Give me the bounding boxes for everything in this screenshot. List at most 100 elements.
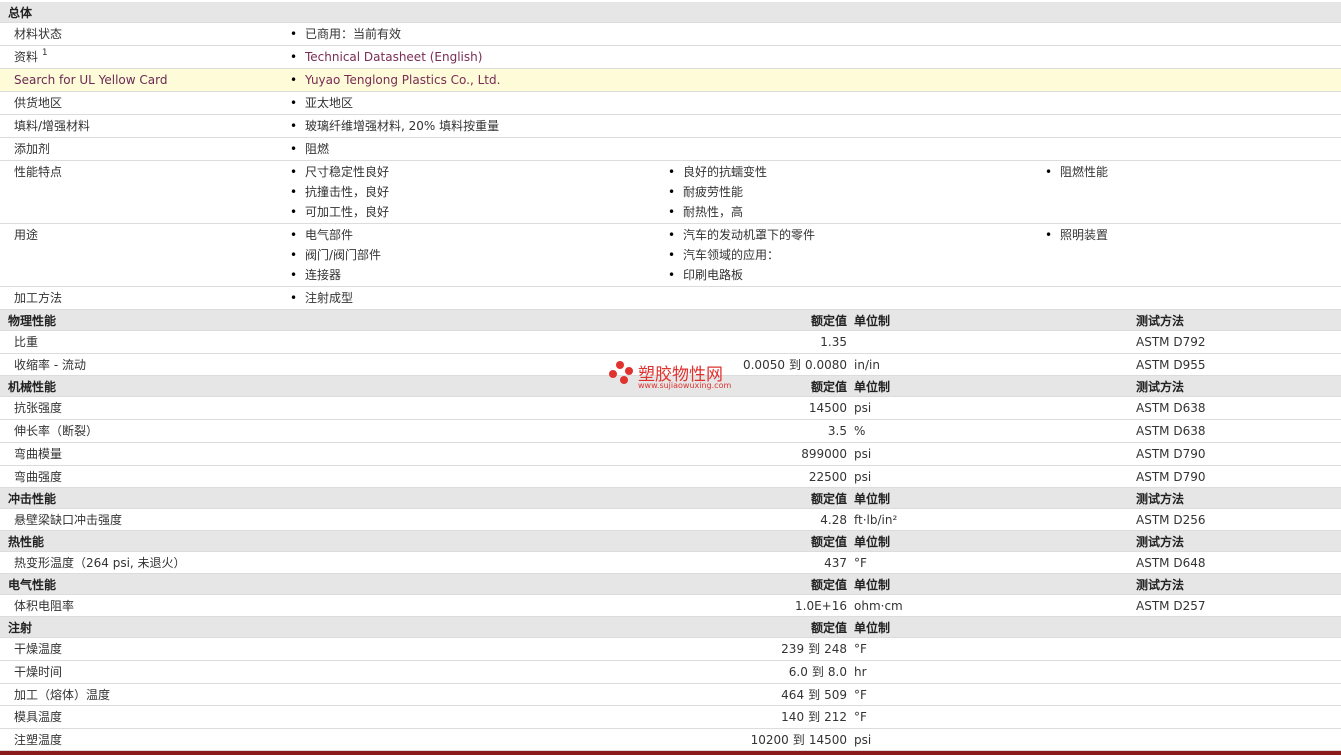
use-item: 电气部件 <box>289 227 353 244</box>
property-unit: psi <box>854 733 872 747</box>
feature-item: 耐热性，高 <box>667 204 743 221</box>
section-header-thermal: 热性能 额定值 单位制 测试方法 <box>0 531 1341 552</box>
property-label: 性能特点 <box>14 165 63 179</box>
row-additive: 添加剂 阻燃 <box>0 138 1341 161</box>
property-label: 加工方法 <box>14 291 63 305</box>
feature-item: 阻燃性能 <box>1044 164 1108 181</box>
row-processing: 加工方法 注射成型 <box>0 287 1341 310</box>
table-row: 悬壁梁缺口冲击强度 4.28 ft·lb/in² ASTM D256 <box>0 509 1341 531</box>
test-method: ASTM D955 <box>1136 358 1206 372</box>
property-label: 弯曲强度 <box>14 470 63 484</box>
property-unit: ohm·cm <box>854 599 903 613</box>
logo-dot <box>620 376 628 384</box>
property-value: 4.28 <box>820 513 847 527</box>
section-header-general: 总体 <box>0 2 1341 23</box>
logo-dot <box>609 370 617 378</box>
test-method: ASTM D638 <box>1136 424 1206 438</box>
column-header-test: 测试方法 <box>1136 492 1185 506</box>
property-value: 亚太地区 <box>289 95 353 112</box>
test-method: ASTM D638 <box>1136 401 1206 415</box>
table-row: 干燥时间 6.0 到 8.0 hr <box>0 661 1341 684</box>
property-label: 悬壁梁缺口冲击强度 <box>14 513 123 527</box>
test-method: ASTM D790 <box>1136 470 1206 484</box>
use-item: 汽车领域的应用： <box>667 247 779 264</box>
property-value: 14500 <box>808 401 847 415</box>
property-unit: hr <box>854 665 867 679</box>
property-value: 22500 <box>808 470 847 484</box>
section-header-impact: 冲击性能 额定值 单位制 测试方法 <box>0 488 1341 509</box>
property-unit: °F <box>854 556 867 570</box>
feature-item: 耐疲劳性能 <box>667 184 743 201</box>
table-row: 热变形温度（264 psi, 未退火） 437 °F ASTM D648 <box>0 552 1341 574</box>
property-label: 模具温度 <box>14 710 63 724</box>
use-item: 阀门/阀门部件 <box>289 247 381 264</box>
table-row: 伸长率（断裂） 3.5 % ASTM D638 <box>0 420 1341 443</box>
table-row: 加工（熔体）温度 464 到 509 °F <box>0 684 1341 706</box>
section-title: 注射 <box>8 621 33 635</box>
section-title: 总体 <box>8 6 33 20</box>
section-title: 热性能 <box>8 535 45 549</box>
row-material-status: 材料状态 已商用：当前有效 <box>0 23 1341 46</box>
supplier-link[interactable]: Yuyao Tenglong Plastics Co., Ltd. <box>289 72 500 89</box>
property-label: 体积电阻率 <box>14 599 75 613</box>
datasheet-link[interactable]: Technical Datasheet (English) <box>289 49 482 66</box>
test-method: ASTM D256 <box>1136 513 1206 527</box>
column-header-test: 测试方法 <box>1136 535 1185 549</box>
use-item: 照明装置 <box>1044 227 1108 244</box>
feature-item: 良好的抗蠕变性 <box>667 164 767 181</box>
row-filler: 填料/增强材料 玻璃纤维增强材料, 20% 填料按重量 <box>0 115 1341 138</box>
property-unit: °F <box>854 710 867 724</box>
property-label: 比重 <box>14 335 39 349</box>
property-value: 1.35 <box>820 335 847 349</box>
row-region: 供货地区 亚太地区 <box>0 92 1341 115</box>
property-label: 热变形温度（264 psi, 未退火） <box>14 556 186 570</box>
footnote-marker: 1 <box>41 48 48 58</box>
column-header-test: 测试方法 <box>1136 578 1185 592</box>
section-title: 电气性能 <box>8 578 57 592</box>
property-label: 注塑温度 <box>14 733 63 747</box>
property-value: 玻璃纤维增强材料, 20% 填料按重量 <box>289 118 499 135</box>
property-unit: psi <box>854 401 872 415</box>
test-method: ASTM D792 <box>1136 335 1206 349</box>
test-method: ASTM D790 <box>1136 447 1206 461</box>
column-header-value: 额定值 <box>810 492 847 506</box>
table-row: 比重 1.35 ASTM D792 <box>0 331 1341 354</box>
row-documents: 资料 1 Technical Datasheet (English) <box>0 46 1341 69</box>
property-unit: ft·lb/in² <box>854 513 898 527</box>
section-header-physical: 物理性能 额定值 单位制 测试方法 <box>0 310 1341 331</box>
column-header-value: 额定值 <box>810 535 847 549</box>
row-uses: 用途 电气部件 汽车的发动机罩下的零件 照明装置 阀门/阀门部件 汽车领域的应用… <box>0 224 1341 287</box>
property-label: 干燥温度 <box>14 642 63 656</box>
use-item: 印刷电路板 <box>667 267 743 284</box>
property-value: 阻燃 <box>289 141 329 158</box>
column-header-unit: 单位制 <box>854 492 891 506</box>
property-unit: psi <box>854 447 872 461</box>
property-value-range: 239 到 248 <box>781 642 847 656</box>
property-label: 收缩率 - 流动 <box>14 358 86 372</box>
watermark-logo: 塑胶物性网 www.sujiaowuxing.com <box>608 359 748 395</box>
table-row: 注塑温度 10200 到 14500 psi <box>0 729 1341 751</box>
property-label: 资料 1 <box>14 48 48 64</box>
watermark-url: www.sujiaowuxing.com <box>638 381 732 390</box>
use-item: 汽车的发动机罩下的零件 <box>667 227 815 244</box>
table-row: 干燥温度 239 到 248 °F <box>0 638 1341 661</box>
property-label: 供货地区 <box>14 96 63 110</box>
table-row: 抗张强度 14500 psi ASTM D638 <box>0 397 1341 420</box>
property-label: 干燥时间 <box>14 665 63 679</box>
table-row: 模具温度 140 到 212 °F <box>0 706 1341 729</box>
table-row: 弯曲模量 899000 psi ASTM D790 <box>0 443 1341 466</box>
logo-dot <box>625 367 633 375</box>
property-label: 伸长率（断裂） <box>14 424 99 438</box>
property-label: 材料状态 <box>14 27 63 41</box>
property-value-range: 10200 到 14500 <box>750 733 847 747</box>
property-unit: % <box>854 424 866 438</box>
column-header-unit: 单位制 <box>854 535 891 549</box>
property-value-range: 6.0 到 8.0 <box>788 665 847 679</box>
row-ul-yellow-card: Search for UL Yellow Card Yuyao Tenglong… <box>0 69 1341 92</box>
test-method: ASTM D257 <box>1136 599 1206 613</box>
logo-dot <box>616 361 624 369</box>
ul-search-label[interactable]: Search for UL Yellow Card <box>14 72 167 89</box>
use-item: 连接器 <box>289 267 341 284</box>
property-unit: in/in <box>854 358 880 372</box>
property-value: 3.5 <box>827 424 847 438</box>
